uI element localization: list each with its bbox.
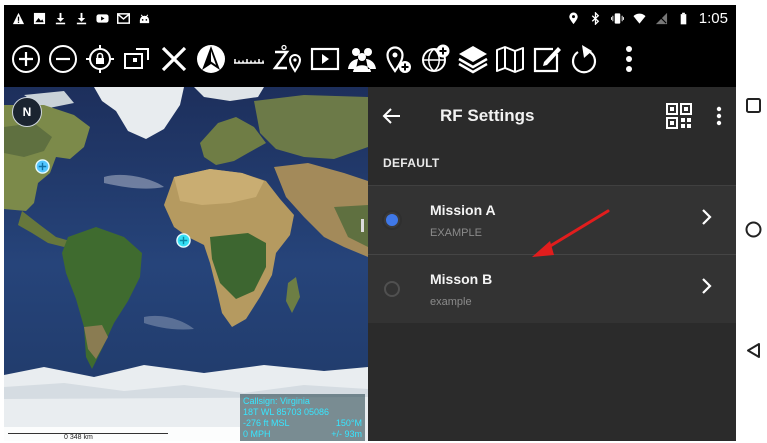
mission-subtitle: example <box>430 295 472 308</box>
layers-button[interactable] <box>455 37 490 81</box>
back-triangle-icon[interactable] <box>745 342 762 359</box>
map-scroll-thumb[interactable] <box>361 219 364 232</box>
panel-title: RF Settings <box>440 106 535 125</box>
map-icon <box>495 46 524 73</box>
qr-code-icon[interactable] <box>666 103 692 129</box>
radio-selected-icon[interactable] <box>384 212 400 228</box>
map-compass[interactable]: N <box>12 97 42 127</box>
globe-add-button[interactable] <box>418 37 453 81</box>
vibrate-icon <box>610 12 624 24</box>
accuracy-value: +/- 93m <box>331 429 362 439</box>
location-icon <box>569 11 578 24</box>
back-arrow-icon <box>382 108 400 124</box>
compass-arrow-button[interactable] <box>193 37 228 81</box>
radio-unselected-icon[interactable] <box>384 281 400 297</box>
mission-subtitle: EXAMPLE <box>430 226 482 239</box>
speed-value: 0 MPH <box>243 429 271 439</box>
altitude-heading-row: -276 ft MSL 150°M <box>243 418 362 429</box>
mission-title: Misson B <box>430 270 493 287</box>
map-toolbar <box>4 31 736 87</box>
battery-icon <box>680 12 687 24</box>
chevron-right-icon[interactable] <box>700 206 714 228</box>
redo-arrow-icon <box>571 45 596 74</box>
mission-item-text: Misson B example <box>430 271 492 308</box>
zoom-out-button[interactable] <box>45 37 80 81</box>
section-header-default: DEFAULT <box>383 156 440 170</box>
map-marker-africa[interactable] <box>176 233 191 248</box>
android-nav-bar <box>736 5 767 441</box>
ruler-icon <box>234 59 264 64</box>
device-screen: 1:05 N Callsign: Virginia 18T WL 85703 0… <box>4 5 736 441</box>
system-icons: 1:05 <box>567 10 728 27</box>
compass-arrow-icon <box>196 45 225 73</box>
zoom-in-button[interactable] <box>8 37 43 81</box>
chevron-right-icon[interactable] <box>700 275 714 297</box>
annotation-arrow-icon <box>532 209 610 257</box>
map-scale-bar: 0 348 km <box>4 427 240 441</box>
add-marker-icon <box>385 46 411 73</box>
video-icon <box>310 47 339 71</box>
clock-time: 1:05 <box>698 9 728 27</box>
panel-overflow-button[interactable] <box>714 104 724 128</box>
wifi-icon <box>633 13 646 24</box>
notification-icons <box>12 12 151 25</box>
overflow-menu-icon <box>625 46 632 72</box>
warning-icon <box>12 12 25 24</box>
elevation-pin-icon <box>272 44 301 73</box>
elevation-pin-button[interactable] <box>270 37 305 81</box>
speed-accuracy-row: 0 MPH +/- 93m <box>243 429 362 440</box>
map-button[interactable] <box>492 37 527 81</box>
bluetooth-icon <box>591 11 600 25</box>
globe-add-icon <box>421 44 449 72</box>
contacts-button[interactable] <box>344 37 379 81</box>
world-satellite-map <box>4 87 368 441</box>
heading-value: 150°M <box>335 418 362 428</box>
layers-icon <box>457 46 488 74</box>
back-button[interactable] <box>380 104 404 128</box>
lock-location-icon <box>85 45 114 73</box>
ruler-button[interactable] <box>230 37 268 81</box>
image-icon <box>33 12 46 24</box>
zoom-in-icon <box>11 45 40 73</box>
download-icon <box>55 12 66 24</box>
edit-icon <box>533 47 561 73</box>
mission-title: Mission A <box>430 201 496 218</box>
android-icon <box>139 13 150 23</box>
rectangle-select-icon <box>123 48 149 69</box>
panel-header: RF Settings <box>368 87 736 145</box>
close-x-button[interactable] <box>156 37 191 81</box>
compass-north-label: N <box>22 105 32 119</box>
zoom-out-icon <box>48 45 77 73</box>
grid-coordinates: 18T WL 85703 05086 <box>243 407 330 417</box>
callsign-info-box: Callsign: Virginia 18T WL 85703 05086 -2… <box>240 394 365 441</box>
rectangle-select-button[interactable] <box>119 37 154 81</box>
status-bar: 1:05 <box>4 5 736 31</box>
overflow-menu-button[interactable] <box>611 37 646 81</box>
vertical-dots-icon <box>716 106 722 126</box>
scale-label: 0 348 km <box>64 434 93 441</box>
gmail-icon <box>117 12 130 24</box>
close-x-icon <box>161 46 186 72</box>
edit-button[interactable] <box>529 37 564 81</box>
rf-settings-panel: RF Settings DEFAULT Mission A EXAMPLE Mi… <box>368 87 736 441</box>
video-button[interactable] <box>307 37 342 81</box>
home-circle-icon[interactable] <box>745 221 762 238</box>
add-marker-button[interactable] <box>381 37 416 81</box>
mission-item-b[interactable]: Misson B example <box>368 254 736 323</box>
no-signal-icon <box>655 12 667 24</box>
contacts-icon <box>347 48 376 72</box>
redo-arrow-button[interactable] <box>566 37 601 81</box>
recents-square-icon[interactable] <box>745 97 762 114</box>
download-icon <box>76 12 87 24</box>
map-marker-north-america[interactable] <box>35 159 50 174</box>
callsign-line: Callsign: Virginia <box>243 396 310 406</box>
lock-location-button[interactable] <box>82 37 117 81</box>
map-view[interactable]: N Callsign: Virginia 18T WL 85703 05086 … <box>4 87 368 441</box>
altitude-value: -276 ft MSL <box>243 418 290 428</box>
mission-item-text: Mission A EXAMPLE <box>430 202 496 239</box>
youtube-icon <box>96 13 109 23</box>
